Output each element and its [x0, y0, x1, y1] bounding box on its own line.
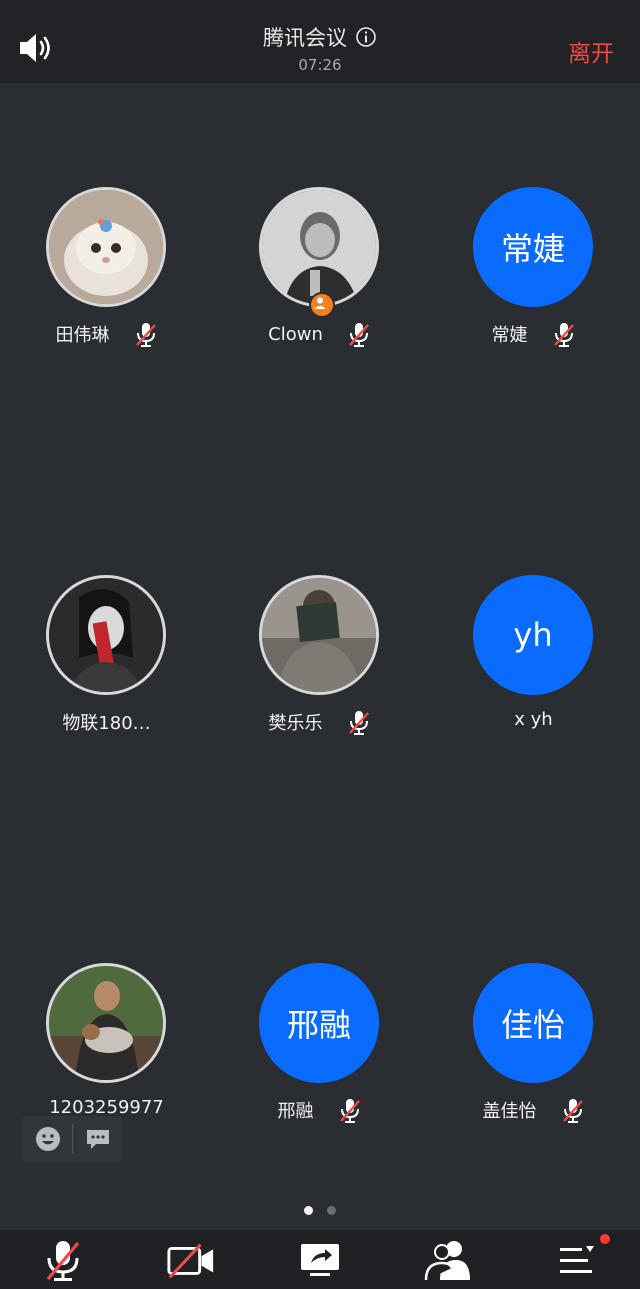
participant-tile[interactable]: 佳怡 盖佳怡 — [427, 963, 640, 1143]
meeting-title[interactable]: 腾讯会议 — [263, 22, 377, 52]
participant-tile[interactable]: 樊乐乐 — [213, 575, 426, 755]
participant-name: 物联180… — [62, 713, 151, 734]
participant-tile[interactable]: 物联180… — [0, 575, 213, 755]
mic-muted-icon — [46, 1241, 80, 1281]
share-screen-button[interactable] — [295, 1236, 345, 1284]
participant-name: 邢融 — [277, 1101, 314, 1122]
emoji-icon[interactable] — [34, 1125, 62, 1153]
notification-dot — [600, 1234, 610, 1244]
participant-name: Clown — [268, 323, 323, 345]
mic-muted-icon — [135, 323, 156, 347]
info-icon[interactable] — [355, 26, 377, 48]
avatar-initials: 佳怡 — [473, 963, 593, 1083]
participants-icon — [424, 1241, 470, 1281]
participant-name: 田伟琳 — [55, 325, 110, 346]
mic-muted-icon — [562, 1099, 583, 1123]
participant-tile[interactable]: 田伟琳 — [0, 187, 213, 367]
participants-button[interactable] — [423, 1236, 473, 1284]
camera-button[interactable] — [166, 1236, 216, 1284]
participant-name: x yh — [514, 709, 553, 730]
meeting-header: 腾讯会议 07:26 — [0, 22, 640, 74]
meeting-title-text: 腾讯会议 — [263, 26, 347, 50]
reaction-panel — [22, 1116, 122, 1162]
participant-name: 常婕 — [491, 325, 528, 346]
avatar — [46, 963, 166, 1083]
avatar-initials: yh — [473, 575, 593, 695]
more-menu-icon — [560, 1246, 594, 1273]
page-dot-active[interactable] — [304, 1206, 313, 1215]
camera-off-icon — [167, 1243, 214, 1279]
screen-share-icon — [301, 1244, 339, 1276]
participant-tile[interactable]: 常婕 常婕 — [427, 187, 640, 367]
mic-muted-icon — [348, 711, 369, 735]
avatar-initials: 常婕 — [473, 187, 593, 307]
leave-button[interactable]: 离开 — [568, 34, 614, 68]
participant-tile[interactable]: yh x yh — [427, 575, 640, 755]
avatar-initials: 邢融 — [259, 963, 379, 1083]
mute-button[interactable] — [38, 1236, 88, 1284]
person-photo-icon — [262, 190, 376, 304]
illustration-photo-icon — [49, 578, 163, 692]
participant-tile[interactable]: Clown — [213, 187, 426, 367]
mic-muted-icon — [553, 323, 574, 347]
avatar — [259, 575, 379, 695]
page-indicator — [0, 1206, 640, 1215]
more-menu-button[interactable] — [551, 1236, 601, 1284]
participant-name: 盖佳怡 — [482, 1101, 537, 1122]
top-bar: 腾讯会议 07:26 离开 — [0, 0, 640, 83]
bottom-toolbar — [0, 1230, 640, 1289]
participant-name: 1203259977 — [49, 1097, 164, 1118]
chat-bubble-icon[interactable] — [84, 1125, 112, 1153]
person-with-dog-photo-icon — [49, 966, 163, 1080]
cat-photo-icon — [49, 190, 163, 304]
reading-photo-icon — [262, 578, 376, 692]
host-icon — [314, 297, 326, 309]
page-dot[interactable] — [327, 1206, 336, 1215]
avatar — [46, 187, 166, 307]
meeting-timer: 07:26 — [298, 56, 342, 74]
host-badge — [309, 292, 335, 318]
mic-muted-icon — [339, 1099, 360, 1123]
divider — [72, 1124, 73, 1154]
avatar — [259, 187, 379, 307]
mic-muted-icon — [348, 323, 369, 347]
avatar — [46, 575, 166, 695]
participant-name: 樊乐乐 — [268, 713, 323, 734]
participant-tile[interactable]: 邢融 邢融 — [213, 963, 426, 1143]
